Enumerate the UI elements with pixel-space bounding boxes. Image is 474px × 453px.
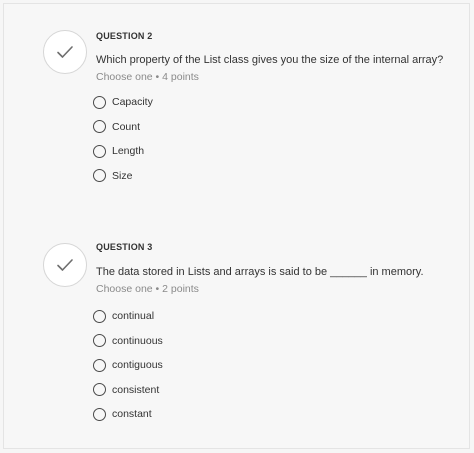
checkmark-icon xyxy=(57,46,73,58)
radio-button-icon[interactable] xyxy=(93,95,106,109)
option-label: continuous xyxy=(112,334,163,347)
question-text: The data stored in Lists and arrays is s… xyxy=(96,266,424,278)
radio-button-icon[interactable] xyxy=(93,383,106,397)
question-meta: Choose one • 2 points xyxy=(96,283,199,295)
option-label: constant xyxy=(112,408,152,421)
question-text: Which property of the List class gives y… xyxy=(96,54,444,66)
option-label: consistent xyxy=(112,383,160,396)
radio-button-icon[interactable] xyxy=(93,169,106,183)
answer-option-continuous[interactable]: continuous xyxy=(93,329,163,354)
radio-button-icon[interactable] xyxy=(93,358,106,372)
option-label: Count xyxy=(112,120,141,133)
answer-options: Capacity Count Length Size xyxy=(93,90,153,188)
option-label: continual xyxy=(112,310,155,323)
answer-option-continual[interactable]: continual xyxy=(93,304,163,329)
radio-button-icon[interactable] xyxy=(93,144,106,158)
option-label: contiguous xyxy=(112,359,163,372)
answer-option-contiguous[interactable]: contiguous xyxy=(93,353,163,378)
answer-option-size[interactable]: Size xyxy=(93,164,153,189)
answer-option-length[interactable]: Length xyxy=(93,139,153,164)
answer-option-count[interactable]: Count xyxy=(93,115,153,140)
answer-option-capacity[interactable]: Capacity xyxy=(93,90,153,115)
radio-button-icon[interactable] xyxy=(93,309,106,323)
checkmark-icon xyxy=(57,259,73,271)
option-label: Length xyxy=(112,145,145,158)
radio-button-icon[interactable] xyxy=(93,120,106,134)
radio-button-icon[interactable] xyxy=(93,334,106,348)
question-number: QUESTION 2 xyxy=(96,31,153,41)
question-meta: Choose one • 4 points xyxy=(96,71,199,83)
option-label: Size xyxy=(112,169,133,182)
quiz-panel: QUESTION 2 Which property of the List cl… xyxy=(3,3,470,449)
question-number: QUESTION 3 xyxy=(96,242,153,252)
answered-status-badge xyxy=(43,243,87,287)
answer-options: continual continuous contiguous consiste… xyxy=(93,304,163,427)
option-label: Capacity xyxy=(112,96,153,109)
radio-button-icon[interactable] xyxy=(93,407,106,421)
answer-option-constant[interactable]: constant xyxy=(93,402,163,427)
answered-status-badge xyxy=(43,30,87,74)
answer-option-consistent[interactable]: consistent xyxy=(93,378,163,403)
